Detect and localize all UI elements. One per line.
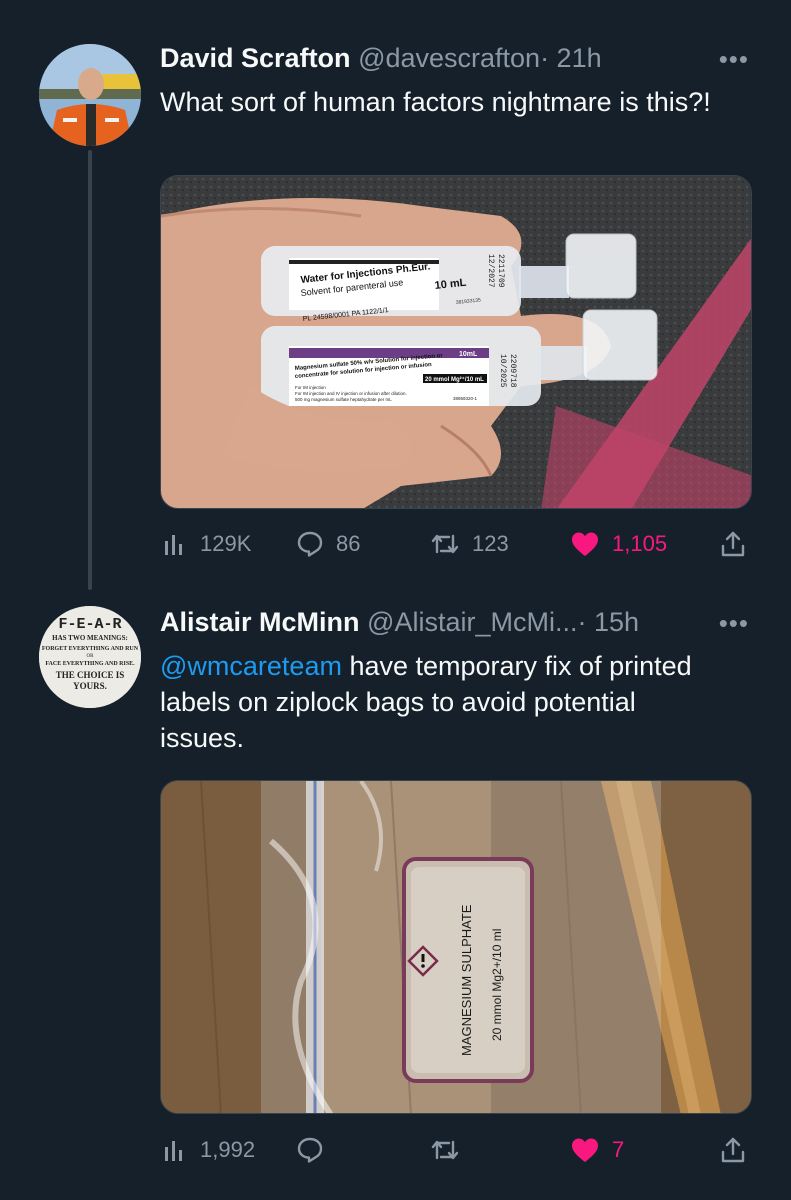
tweet-actions: 129K 86 123 1,105 xyxy=(160,524,752,564)
timestamp[interactable]: · 15h xyxy=(577,607,639,637)
tweet-text: @wmcareteam have temporary fix of printe… xyxy=(160,648,720,756)
avatar-line7: YOURS. xyxy=(73,681,107,691)
vial1-exp: 12/2027 xyxy=(486,254,495,288)
reply-icon xyxy=(297,1137,323,1163)
share-button[interactable] xyxy=(720,524,746,564)
views-icon xyxy=(165,535,182,555)
author-name[interactable]: Alistair McMinn xyxy=(160,607,360,637)
more-options-icon[interactable]: ••• xyxy=(719,44,749,75)
reply-icon xyxy=(297,531,323,557)
tweet-image[interactable]: MAGNESIUM SULPHATE 20 mmol Mg2+/10 ml xyxy=(160,780,752,1114)
heart-filled-icon xyxy=(572,532,598,556)
vial2-strength: 20 mmol Mg²⁺/10 mL xyxy=(425,376,484,383)
avatar-line6: THE CHOICE IS xyxy=(56,670,125,680)
tweet-text: What sort of human factors nightmare is … xyxy=(160,87,711,117)
reply-button[interactable]: 86 xyxy=(296,524,360,564)
tweet-1[interactable]: David Scrafton @davescrafton· 21h ••• Wh… xyxy=(0,0,791,590)
author-handle[interactable]: @Alistair_McMi... xyxy=(367,607,577,637)
avatar-line4: OR xyxy=(87,654,95,659)
avatar-line3: FORGET EVERYTHING AND RUN xyxy=(42,646,139,652)
retweet-icon xyxy=(431,1140,459,1160)
vial2-volume: 10mL xyxy=(459,351,478,358)
reply-button[interactable] xyxy=(296,1130,336,1170)
like-button[interactable]: 1,105 xyxy=(570,524,667,564)
avatar-line1: F-E-A-R xyxy=(58,616,121,633)
share-icon xyxy=(721,1137,745,1163)
avatar[interactable] xyxy=(39,44,141,146)
like-button[interactable]: 7 xyxy=(570,1130,624,1170)
vial2-line2: For IM injection and IV injection or inf… xyxy=(295,391,407,396)
timestamp[interactable]: · 21h xyxy=(540,43,602,73)
views-count: 129K xyxy=(200,531,252,556)
vial2-line1: For IM injection xyxy=(295,385,326,390)
avatar-line2: HAS TWO MEANINGS: xyxy=(52,634,128,642)
avatar[interactable]: F-E-A-R HAS TWO MEANINGS: FORGET EVERYTH… xyxy=(39,606,141,708)
label-subtitle: 20 mmol Mg2+/10 ml xyxy=(490,929,504,1041)
vial2-line3: 500 mg magnesium sulfate heptahydrate pe… xyxy=(295,397,392,402)
vial2-lot: 2209718 xyxy=(508,354,517,388)
vial2-exp: 10/2025 xyxy=(498,354,507,388)
vial2-code: 38959320-1 xyxy=(453,396,478,401)
heart-filled-icon xyxy=(572,1138,598,1162)
thread-connector-line xyxy=(88,150,92,590)
views-button[interactable]: 129K xyxy=(162,524,251,564)
retweet-count: 123 xyxy=(472,531,509,556)
retweet-button[interactable]: 123 xyxy=(430,524,509,564)
share-button[interactable] xyxy=(720,1130,746,1170)
tweet-2[interactable]: F-E-A-R HAS TWO MEANINGS: FORGET EVERYTH… xyxy=(0,590,791,1200)
retweet-button[interactable] xyxy=(430,1130,472,1170)
tweet-header: Alistair McMinn @Alistair_McMi...· 15h xyxy=(160,607,639,638)
avatar-line5: FACE EVERYTHING AND RISE. xyxy=(45,661,135,667)
views-button[interactable]: 1,992 xyxy=(162,1130,255,1170)
like-count: 7 xyxy=(612,1137,625,1162)
mention-link[interactable]: @wmcareteam xyxy=(160,651,342,681)
share-icon xyxy=(721,531,745,557)
retweet-icon xyxy=(431,534,459,554)
views-count: 1,992 xyxy=(200,1137,256,1162)
tweet-header: David Scrafton @davescrafton· 21h xyxy=(160,43,602,74)
reply-count: 86 xyxy=(336,531,361,556)
tweet-actions: 1,992 7 xyxy=(160,1130,752,1170)
author-handle[interactable]: @davescrafton xyxy=(358,43,540,73)
tweet-image[interactable]: Water for Injections Ph.Eur. Solvent for… xyxy=(160,175,752,509)
like-count: 1,105 xyxy=(612,531,668,556)
views-icon xyxy=(165,1141,182,1161)
author-name[interactable]: David Scrafton xyxy=(160,43,351,73)
vial1-lot: 2211709 xyxy=(496,254,505,288)
more-options-icon[interactable]: ••• xyxy=(719,608,749,639)
label-title: MAGNESIUM SULPHATE xyxy=(459,904,474,1056)
